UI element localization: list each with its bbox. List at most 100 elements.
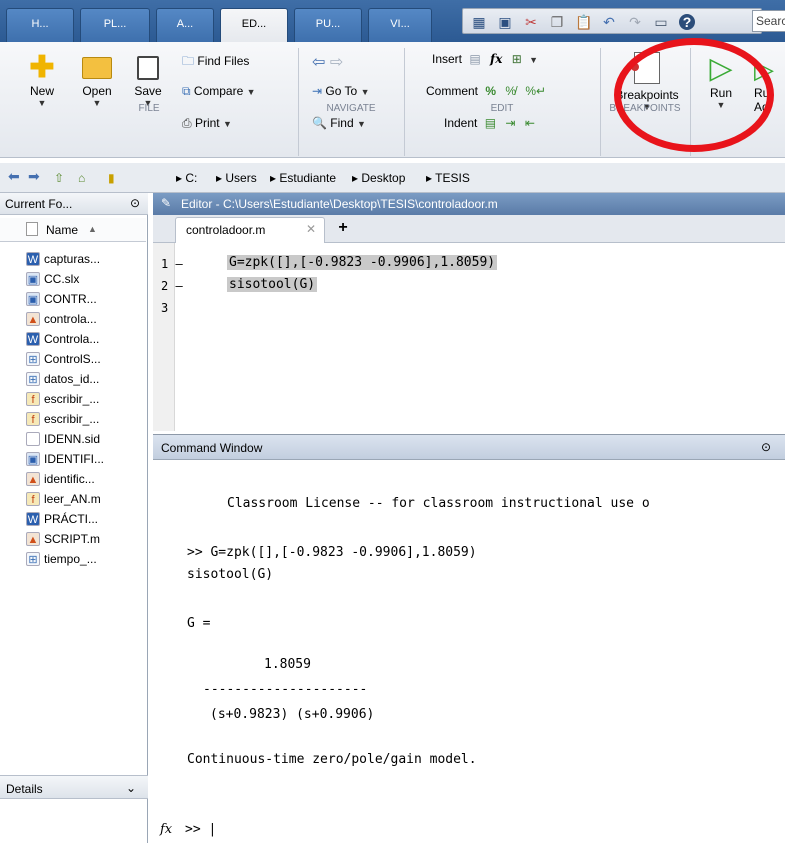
file-list-item[interactable]: ControlS... — [44, 350, 146, 370]
tab-apps[interactable]: A... — [156, 8, 214, 42]
find-button[interactable]: 🔍 Find ▼ — [312, 116, 366, 130]
switch-windows-icon[interactable]: ▭ — [653, 14, 669, 30]
breadcrumb-c[interactable]: ▸ C: — [176, 171, 197, 185]
decrease-indent-icon[interactable]: ⇤ — [525, 116, 535, 130]
close-icon[interactable]: ✕ — [306, 222, 316, 236]
file-list-item[interactable]: tiempo_... — [44, 550, 146, 570]
folder-icon: ▮ — [108, 171, 115, 185]
chevron-down-icon[interactable]: ▼ — [529, 55, 538, 65]
tab-home[interactable]: H... — [6, 8, 74, 42]
save-button[interactable]: Save ▼ — [128, 52, 168, 108]
section-divider — [298, 48, 299, 156]
editor-titlebar: ✎ Editor - C:\Users\Estudiante\Desktop\T… — [153, 193, 785, 215]
indent-button[interactable]: Indent ▤ ⇥ ⇤ — [444, 116, 535, 130]
redo-icon[interactable]: ↷ — [627, 14, 643, 30]
arrow-left-icon[interactable]: ⇦ — [312, 54, 325, 71]
matlab-file-icon: ▲ — [26, 472, 40, 486]
name-column-header[interactable]: Name ▲ — [0, 218, 146, 242]
code-line[interactable]: G=zpk([],[-0.9823 -0.9906],1.8059) — [227, 255, 498, 270]
file-list-item[interactable]: CONTR... — [44, 290, 146, 310]
output-denominator: (s+0.9823) (s+0.9906) — [210, 707, 375, 722]
code-line[interactable]: sisotool(G) — [227, 277, 318, 292]
chevron-down-icon[interactable]: ⌄ — [126, 781, 136, 795]
insert-button[interactable]: Insert ▤ fx ⊞ ▼ — [432, 52, 538, 66]
back-arrow-icon[interactable]: ⬅ — [8, 168, 20, 185]
editor-tab-controladoor[interactable]: controladoor.m ✕ — [175, 217, 325, 243]
file-list-item[interactable]: datos_id... — [44, 370, 146, 390]
file-list-item[interactable]: leer_AN.m — [44, 490, 146, 510]
breadcrumb-tesis[interactable]: ▸ TESIS — [426, 171, 470, 185]
layout-icon[interactable]: ▦ — [471, 14, 487, 30]
find-files-button[interactable]: 🗀 Find Files — [182, 52, 249, 73]
fx-icon[interactable]: fx — [160, 822, 172, 837]
paste-icon[interactable]: 📋 — [575, 14, 592, 30]
arrow-right-icon[interactable]: ⇨ — [330, 54, 343, 71]
breadcrumb-estudiante[interactable]: ▸ Estudiante — [270, 171, 336, 185]
file-list-item[interactable]: capturas... — [44, 250, 146, 270]
print-button[interactable]: ⎙ Print ▼ — [182, 116, 232, 131]
save-icon[interactable]: ▣ — [497, 14, 513, 30]
file-type-icon — [26, 222, 38, 236]
panel-menu-icon[interactable]: ⊙ — [130, 196, 140, 210]
back-forward-nav[interactable]: ⇦ ⇨ — [312, 52, 343, 72]
breadcrumb-desktop[interactable]: ▸ Desktop — [352, 171, 405, 185]
fx-icon[interactable]: fx — [490, 52, 502, 66]
file-list-item[interactable]: PRÁCTI... — [44, 510, 146, 530]
file-list-item[interactable]: escribir_... — [44, 410, 146, 430]
new-tab-button[interactable]: + — [331, 219, 355, 241]
output-line: Continuous-time zero/pole/gain model. — [187, 752, 477, 767]
command-history-line: >> G=zpk([],[-0.9823 -0.9906],1.8059) — [187, 545, 477, 560]
search-input[interactable]: Searc — [752, 10, 785, 32]
function-icon: f — [26, 412, 40, 426]
license-line: Classroom License -- for classroom instr… — [227, 496, 650, 511]
file-list-item[interactable]: escribir_... — [44, 390, 146, 410]
word-doc-icon: W — [26, 512, 40, 526]
comment-button[interactable]: Comment % %̸ %↵ — [426, 84, 546, 98]
copy-icon[interactable]: ❐ — [549, 14, 565, 30]
uncomment-icon[interactable]: %̸ — [505, 84, 516, 98]
panel-menu-icon[interactable]: ⊙ — [761, 440, 771, 454]
output-fraction-bar: --------------------- — [203, 682, 368, 697]
increase-indent-icon[interactable]: ⇥ — [505, 116, 515, 130]
up-folder-icon[interactable]: ⇧ — [54, 171, 64, 185]
file-list-item[interactable]: CC.slx — [44, 270, 146, 290]
comment-icon: % — [485, 84, 497, 98]
quick-access-toolbar: ▦ ▣ ✂ ❐ 📋 ↶ ↷ ▭ ? — [462, 8, 762, 34]
file-list-item[interactable]: IDENN.sid — [44, 430, 146, 450]
cut-icon[interactable]: ✂ — [523, 14, 539, 30]
file-list-item[interactable]: controla... — [44, 310, 146, 330]
compare-button[interactable]: ⧉ Compare ▼ — [182, 84, 256, 99]
simulink-icon: ▣ — [26, 272, 40, 286]
details-panel-header[interactable]: Details ⌄ — [0, 775, 148, 799]
tab-editor[interactable]: ED... — [220, 8, 288, 42]
word-doc-icon: W — [26, 252, 40, 266]
floppy-icon — [137, 56, 159, 80]
file-list-item[interactable]: Controla... — [44, 330, 146, 350]
undo-icon[interactable]: ↶ — [601, 14, 617, 30]
go-to-button[interactable]: ⇥ Go To ▼ — [312, 84, 369, 98]
line-number: 2 – — [161, 279, 183, 293]
forward-arrow-icon[interactable]: ➡ — [28, 168, 40, 185]
new-button[interactable]: ✚ New ▼ — [22, 52, 62, 109]
tab-view[interactable]: VI... — [368, 8, 432, 42]
tab-plots[interactable]: PL... — [80, 8, 150, 42]
file-list-item[interactable]: SCRIPT.m — [44, 530, 146, 550]
help-icon[interactable]: ? — [679, 14, 695, 30]
editor-code-area[interactable] — [153, 243, 785, 431]
insert-section-icon: ▤ — [469, 52, 481, 66]
chevron-down-icon: ▼ — [222, 119, 232, 129]
section-divider — [600, 48, 601, 156]
open-button[interactable]: Open ▼ — [74, 52, 120, 108]
address-bar: ⬅ ➡ ⇧ ⌂ ▮ ▸ C: ▸ Users ▸ Estudiante ▸ De… — [0, 163, 785, 193]
browse-folder-icon[interactable]: ⌂ — [78, 171, 85, 185]
command-prompt[interactable]: >> | — [185, 822, 216, 837]
insert-function-icon[interactable]: ⊞ — [512, 52, 522, 66]
breadcrumb-users[interactable]: ▸ Users — [216, 171, 257, 185]
wrap-comments-icon[interactable]: %↵ — [525, 84, 546, 98]
table-icon: ⊞ — [26, 372, 40, 386]
current-folder-title: Current Fo... ⊙ — [0, 193, 148, 215]
file-list-item[interactable]: IDENTIFI... — [44, 450, 146, 470]
command-window-output[interactable] — [153, 460, 785, 843]
file-list-item[interactable]: identific... — [44, 470, 146, 490]
tab-publish[interactable]: PU... — [294, 8, 362, 42]
